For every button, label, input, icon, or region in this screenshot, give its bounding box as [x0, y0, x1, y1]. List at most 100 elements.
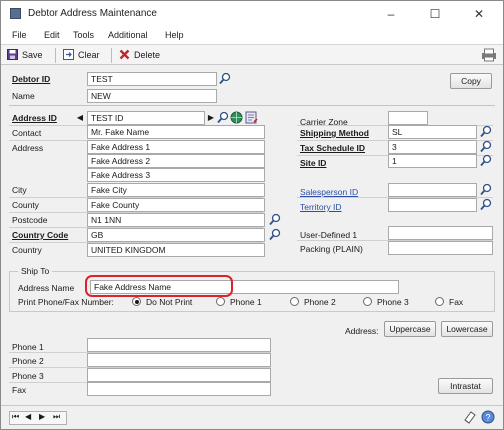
print-phone-fax-label: Print Phone/Fax Number:: [18, 297, 114, 307]
address-label: Address: [12, 143, 44, 153]
globe-icon[interactable]: [230, 111, 243, 124]
maximize-button[interactable]: ☐: [413, 3, 457, 25]
name-label: Name: [12, 91, 35, 101]
address-line-3-field[interactable]: Fake Address 3: [87, 168, 265, 182]
help-icon[interactable]: ?: [481, 410, 495, 424]
phone2-label: Phone 2: [12, 356, 44, 366]
territory-id-link[interactable]: Territory ID: [300, 202, 342, 212]
menu-file[interactable]: File: [12, 30, 27, 40]
country-code-field[interactable]: GB: [87, 228, 265, 242]
clear-icon: [63, 49, 74, 60]
save-icon: [7, 49, 18, 60]
status-bar: ⏮ ◀ ▶ ⏭ ?: [1, 405, 503, 429]
intrastat-button[interactable]: Intrastat: [438, 378, 493, 394]
address-line-1-field[interactable]: Fake Address 1: [87, 140, 265, 154]
shipping-method-field[interactable]: SL: [388, 125, 477, 139]
save-button[interactable]: Save: [7, 48, 43, 63]
save-label: Save: [22, 50, 43, 60]
packing-field[interactable]: [388, 241, 493, 255]
salesperson-lookup-icon[interactable]: [480, 183, 492, 196]
clear-button[interactable]: Clear: [63, 48, 100, 63]
toolbar: Save Clear Delete: [1, 44, 503, 65]
carrier-zone-field[interactable]: [388, 111, 428, 125]
address-case-label: Address:: [345, 326, 379, 336]
address-line-2-field[interactable]: Fake Address 2: [87, 154, 265, 168]
territory-id-field[interactable]: [388, 198, 477, 212]
previous-record-icon[interactable]: ◀: [25, 412, 31, 421]
radio-do-not-print[interactable]: [132, 297, 141, 306]
first-record-icon[interactable]: ⏮: [12, 412, 19, 422]
debtor-lookup-icon[interactable]: [219, 72, 231, 85]
radio-phone-2-label: Phone 2: [304, 297, 336, 307]
salesperson-id-link[interactable]: Salesperson ID: [300, 187, 358, 197]
menu-edit[interactable]: Edit: [44, 30, 60, 40]
postcode-lookup-icon[interactable]: [269, 213, 281, 226]
phone2-field[interactable]: [87, 353, 271, 367]
radio-phone-2[interactable]: [290, 297, 299, 306]
postcode-label: Postcode: [12, 215, 48, 225]
toolbar-separator: [111, 48, 112, 63]
menu-bar: File Edit Tools Additional Help: [1, 27, 503, 44]
salesperson-id-field[interactable]: [388, 183, 477, 197]
city-label: City: [12, 185, 27, 195]
site-id-field[interactable]: 1: [388, 154, 477, 168]
delete-button[interactable]: Delete: [119, 48, 160, 63]
printer-icon[interactable]: [481, 48, 497, 62]
county-field[interactable]: Fake County: [87, 198, 265, 212]
country-field[interactable]: UNITED KINGDOM: [87, 243, 265, 257]
ship-to-label: Ship To: [18, 266, 53, 276]
minimize-button[interactable]: –: [369, 3, 413, 25]
address-next-icon[interactable]: ▶: [206, 111, 216, 125]
name-field[interactable]: NEW: [87, 89, 217, 103]
address-id-field[interactable]: TEST ID: [87, 111, 205, 125]
address-note-icon[interactable]: [245, 111, 258, 124]
user-defined-field[interactable]: [388, 226, 493, 240]
debtor-id-field[interactable]: TEST: [87, 72, 217, 86]
header-divider: [9, 105, 495, 106]
country-code-lookup-icon[interactable]: [269, 228, 281, 241]
radio-phone-3-label: Phone 3: [377, 297, 409, 307]
menu-tools[interactable]: Tools: [73, 30, 94, 40]
phone1-field[interactable]: [87, 338, 271, 352]
delete-icon: [119, 49, 130, 60]
tax-schedule-label: Tax Schedule ID: [300, 143, 366, 153]
tax-schedule-lookup-icon[interactable]: [480, 140, 492, 153]
address-prev-icon[interactable]: ◀: [75, 111, 85, 125]
contact-label: Contact: [12, 128, 42, 138]
lowercase-button[interactable]: Lowercase: [441, 321, 493, 337]
app-icon: [10, 8, 21, 19]
radio-fax-label: Fax: [449, 297, 464, 307]
address-lookup-icon[interactable]: [217, 111, 229, 124]
radio-fax[interactable]: [435, 297, 444, 306]
debtor-id-label: Debtor ID: [12, 74, 51, 84]
last-record-icon[interactable]: ⏭: [53, 412, 60, 422]
city-field[interactable]: Fake City: [87, 183, 265, 197]
toolbar-separator: [55, 48, 56, 63]
postcode-field[interactable]: N1 1NN: [87, 213, 265, 227]
radio-phone-1[interactable]: [216, 297, 225, 306]
close-button[interactable]: ✕: [457, 3, 501, 25]
radio-phone-3[interactable]: [363, 297, 372, 306]
highlight-annotation: [85, 275, 233, 297]
site-id-lookup-icon[interactable]: [480, 154, 492, 167]
debtor-address-window: Debtor Address Maintenance – ☐ ✕ File Ed…: [0, 0, 504, 430]
uppercase-button[interactable]: Uppercase: [384, 321, 436, 337]
next-record-icon[interactable]: ▶: [39, 412, 45, 421]
shipping-method-label: Shipping Method: [300, 128, 369, 138]
county-label: County: [12, 200, 39, 210]
note-icon[interactable]: [463, 410, 477, 424]
phone3-field[interactable]: [87, 368, 271, 382]
packing-label: Packing (PLAIN): [300, 244, 363, 254]
tax-schedule-field[interactable]: 3: [388, 140, 477, 154]
svg-text:?: ?: [486, 413, 491, 423]
phone3-label: Phone 3: [12, 371, 44, 381]
fax-field[interactable]: [87, 382, 271, 396]
shipping-method-lookup-icon[interactable]: [480, 125, 492, 138]
copy-button[interactable]: Copy: [450, 73, 492, 89]
menu-additional[interactable]: Additional: [108, 30, 148, 40]
territory-lookup-icon[interactable]: [480, 198, 492, 211]
contact-field[interactable]: Mr. Fake Name: [87, 125, 265, 139]
menu-help[interactable]: Help: [165, 30, 184, 40]
window-title: Debtor Address Maintenance: [28, 8, 157, 19]
country-code-label: Country Code: [12, 230, 69, 240]
